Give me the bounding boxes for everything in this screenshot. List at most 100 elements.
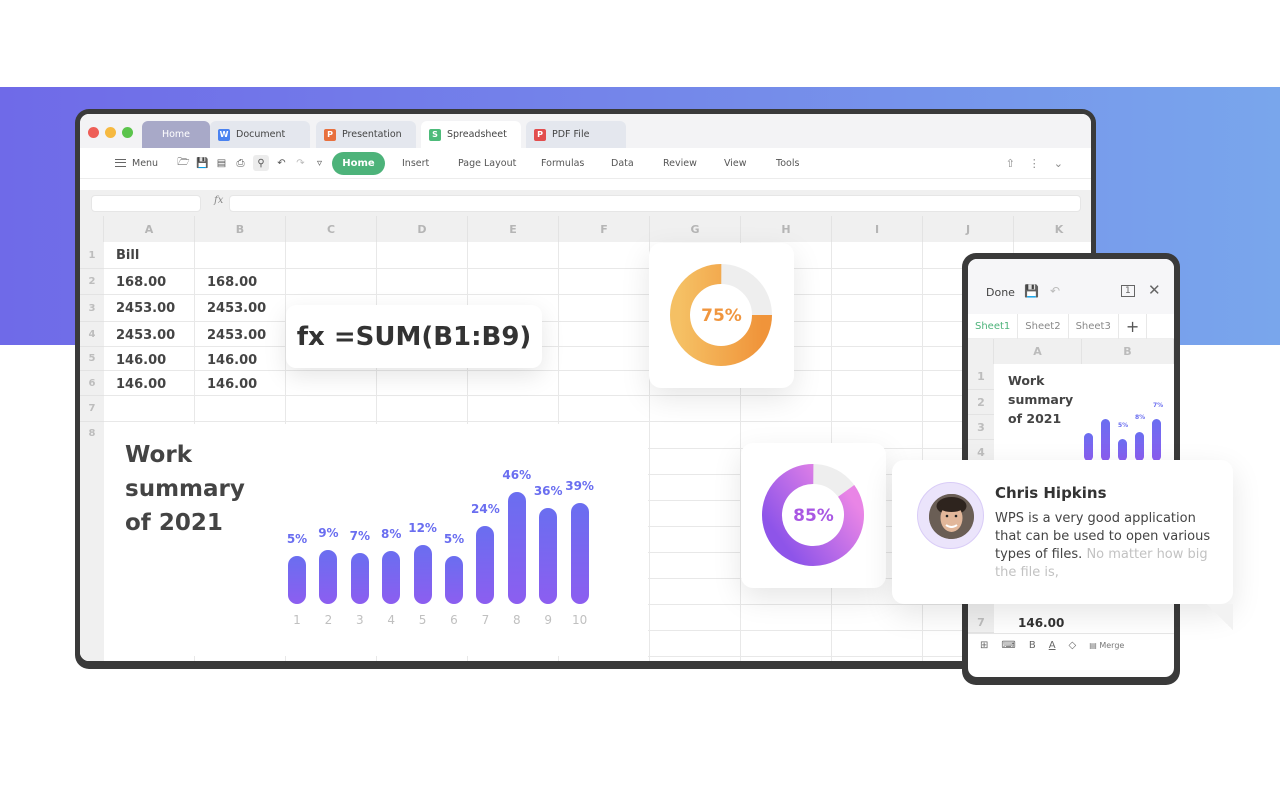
column-header-i[interactable]: I — [832, 216, 923, 242]
sheet-tab-1[interactable]: Sheet1 — [968, 314, 1019, 339]
row-header[interactable]: 2 — [968, 390, 994, 415]
done-button[interactable]: Done — [986, 286, 1015, 299]
row-header[interactable]: 1 — [968, 364, 994, 390]
mobile-cell-a7[interactable]: 146.00 — [1018, 616, 1064, 630]
x-tick-label: 8 — [512, 613, 521, 627]
sheet-count-icon[interactable]: 1 — [1121, 285, 1135, 297]
print-icon[interactable]: ⎙ — [234, 157, 247, 170]
customize-icon[interactable]: ▿ — [313, 157, 326, 170]
x-tick-label: 6 — [450, 613, 458, 627]
row-header-4[interactable]: 4 — [80, 322, 104, 347]
cell-a3[interactable]: 2453.00 — [116, 301, 175, 316]
review-text: WPS is a very good application that can … — [995, 510, 1225, 582]
formula-input[interactable] — [229, 195, 1081, 212]
ribbon-tab-page-layout[interactable]: Page Layout — [458, 158, 516, 169]
row-divider — [104, 321, 1091, 322]
sheet-tab-2[interactable]: Sheet2 — [1018, 314, 1069, 339]
redo-icon[interactable]: ↷ — [294, 157, 307, 170]
undo-icon[interactable]: ↶ — [1050, 284, 1060, 298]
sheet-tabs: Sheet1 Sheet2 Sheet3 + — [968, 314, 1174, 339]
quick-access-icons: 🗁 💾 ▤ ⎙ ⚲ ↶ ↷ ▿ — [177, 155, 326, 171]
column-header-c[interactable]: C — [286, 216, 377, 242]
ribbon-tab-view[interactable]: View — [724, 158, 747, 169]
bold-button[interactable]: B — [1029, 640, 1036, 651]
cell-a2[interactable]: 168.00 — [116, 275, 166, 290]
tab-spreadsheet[interactable]: S Spreadsheet — [421, 121, 521, 148]
column-header-b[interactable]: B — [195, 216, 286, 242]
grid-icon[interactable]: ⊞ — [980, 640, 988, 651]
cell-b2[interactable]: 168.00 — [207, 275, 257, 290]
merge-button[interactable]: ▤ Merge — [1089, 641, 1124, 650]
x-tick-label: 5 — [418, 613, 427, 627]
font-color-button[interactable]: A — [1049, 640, 1056, 651]
tab-label: Document — [236, 129, 286, 140]
row-header[interactable]: 3 — [968, 415, 994, 440]
close-window-button[interactable] — [88, 127, 99, 138]
close-icon[interactable]: ✕ — [1148, 281, 1161, 299]
sheet-tab-3[interactable]: Sheet3 — [1069, 314, 1119, 339]
keyboard-icon[interactable]: ⌨ — [1001, 640, 1015, 651]
row-header[interactable]: 7 — [968, 612, 994, 633]
column-header-g[interactable]: G — [650, 216, 741, 242]
column-header-h[interactable]: H — [741, 216, 832, 242]
row-header-3[interactable]: 3 — [80, 295, 104, 322]
more-icon[interactable]: ⋮ — [1029, 157, 1040, 170]
corner-cell[interactable] — [80, 216, 104, 242]
column-header[interactable]: A — [994, 339, 1082, 364]
ribbon-tab-review[interactable]: Review — [663, 158, 697, 169]
bar-3 — [350, 553, 369, 604]
cell-b5[interactable]: 146.00 — [207, 353, 257, 368]
x-tick-label: 9 — [544, 613, 552, 627]
menu-button[interactable]: Menu — [115, 158, 158, 169]
cell-a6[interactable]: 146.00 — [116, 377, 166, 392]
share-icon[interactable]: ⇧ — [1006, 157, 1015, 170]
tab-home[interactable]: Home — [142, 121, 210, 148]
ribbon-tab-data[interactable]: Data — [611, 158, 634, 169]
row-header-6[interactable]: 6 — [80, 371, 104, 396]
column-header-d[interactable]: D — [377, 216, 468, 242]
ribbon-tab-formulas[interactable]: Formulas — [541, 158, 584, 169]
cell-a1[interactable]: Bill — [116, 248, 139, 263]
bar-1 — [288, 556, 306, 604]
row-header-5[interactable]: 5 — [80, 347, 104, 371]
minimize-window-button[interactable] — [105, 127, 116, 138]
print-preview-icon[interactable]: ⚲ — [253, 155, 269, 171]
row-header-1[interactable]: 1 — [80, 242, 104, 269]
bar-6 — [445, 556, 463, 604]
column-header-e[interactable]: E — [468, 216, 559, 242]
save-icon[interactable]: 💾 — [196, 157, 209, 170]
tab-document[interactable]: W Document — [210, 121, 310, 148]
column-header[interactable]: B — [1082, 339, 1174, 364]
column-header-k[interactable]: K — [1014, 216, 1091, 242]
column-header-j[interactable]: J — [923, 216, 1014, 242]
cell-b6[interactable]: 146.00 — [207, 377, 257, 392]
fill-color-icon[interactable]: ◇ — [1069, 640, 1077, 651]
add-sheet-button[interactable]: + — [1119, 314, 1148, 339]
cell-b4[interactable]: 2453.00 — [207, 328, 266, 343]
ribbon-tab-home[interactable]: Home — [332, 152, 385, 175]
mobile-format-toolbar: ⊞ ⌨ B A ◇ ▤ Merge — [968, 633, 1174, 657]
tab-presentation[interactable]: P Presentation — [316, 121, 416, 148]
cell-b3[interactable]: 2453.00 — [207, 301, 266, 316]
mini-bar-label: 7% — [1153, 402, 1164, 409]
bar-9 — [539, 507, 558, 604]
row-header-7[interactable]: 7 — [80, 396, 104, 422]
row-header-2[interactable]: 2 — [80, 269, 104, 295]
column-header-f[interactable]: F — [559, 216, 650, 242]
ribbon-tab-insert[interactable]: Insert — [402, 158, 429, 169]
undo-icon[interactable]: ↶ — [275, 157, 288, 170]
open-folder-icon[interactable]: 🗁 — [177, 157, 190, 170]
export-pdf-icon[interactable]: ▤ — [215, 157, 228, 170]
save-icon[interactable]: 💾 — [1024, 284, 1039, 298]
cell-a5[interactable]: 146.00 — [116, 353, 166, 368]
name-box-input[interactable] — [91, 195, 201, 212]
tab-pdf-file[interactable]: P PDF File — [526, 121, 626, 148]
row-divider — [104, 370, 1091, 371]
ribbon-tab-tools[interactable]: Tools — [776, 158, 799, 169]
tab-label: PDF File — [552, 129, 590, 140]
cell-a4[interactable]: 2453.00 — [116, 328, 175, 343]
column-header-a[interactable]: A — [104, 216, 195, 242]
row-header-8[interactable]: 8 — [80, 422, 104, 661]
maximize-window-button[interactable] — [122, 127, 133, 138]
chevron-down-icon[interactable]: ⌄ — [1054, 157, 1063, 170]
